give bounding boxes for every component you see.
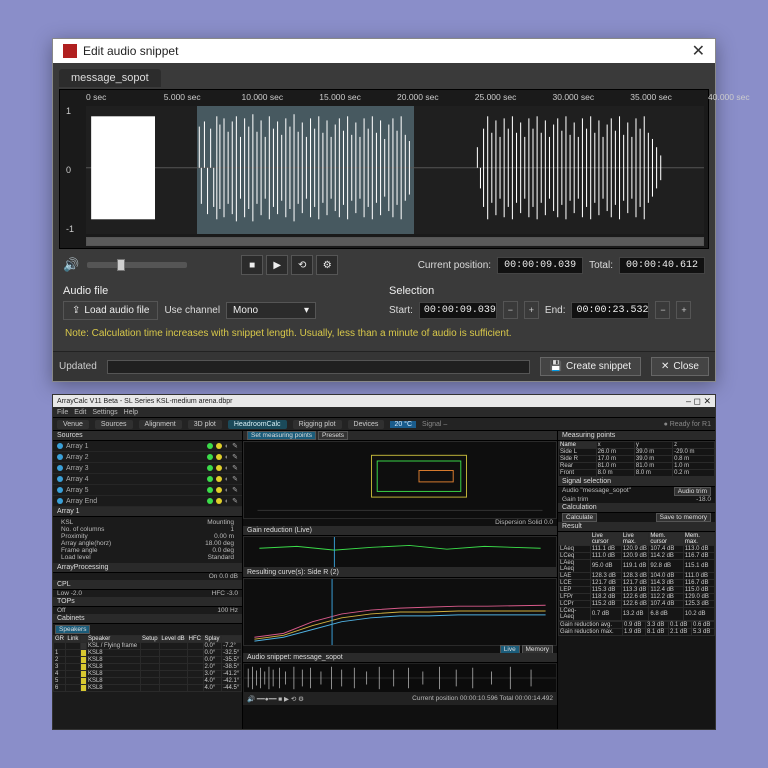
start-dec[interactable]: − [503,301,518,319]
close-icon[interactable]: ✕ [692,41,705,61]
stop-button[interactable]: ■ [241,255,263,275]
settings-button[interactable]: ⚙ [316,255,338,275]
source-row[interactable]: Array 3◐✎ [53,463,242,474]
total-value: 00:00:40.612 [619,257,705,274]
play-button[interactable]: ▶ [266,255,288,275]
close-icon: ✕ [661,361,669,372]
temp-chip[interactable]: 20 °C [390,421,416,428]
start-input[interactable]: 00:00:09.039 [419,302,497,319]
arraycalc-window: ArrayCalc V11 Beta - SL Series KSL-mediu… [52,394,716,730]
left-panel: Sources Array 1◐✎Array 2◐✎Array 3◐✎Array… [53,431,243,729]
speakers-tab[interactable]: Speakers [55,625,90,634]
waveform-svg [86,106,704,230]
gain-reduction-plot [243,536,557,568]
start-label: Start: [389,305,413,316]
waveform-area[interactable]: 0 sec 5.000 sec 10.000 sec 15.000 sec 20… [59,89,709,249]
end-dec[interactable]: − [655,301,670,319]
file-tab[interactable]: message_sopot [59,69,161,87]
upload-icon: ⇪ [72,305,80,316]
channel-select[interactable]: Mono▾ [226,302,316,319]
right-panel: Measuring points NamexyzSide L26.0 m39.0… [557,431,715,729]
arraycalc-titlebar[interactable]: ArrayCalc V11 Beta - SL Series KSL-mediu… [53,395,715,407]
audio-file-header: Audio file [63,285,379,297]
source-row[interactable]: Array 1◐✎ [53,441,242,452]
start-inc[interactable]: + [524,301,539,319]
result-curves-plot [243,578,557,646]
tab-headroomcalc: HeadroomCalc [228,420,287,429]
save-icon: 💾 [550,361,562,372]
main-tabs[interactable]: Venue Sources Alignment 3D plot Headroom… [53,417,715,431]
end-label: End: [545,305,566,316]
y-axis: 1 0 -1 [66,106,82,234]
source-row[interactable]: Array 4◐✎ [53,474,242,485]
selection-header: Selection [389,285,705,297]
measuring-points-table[interactable]: NamexyzSide L26.0 m39.0 m-29.0 mSide R17… [558,441,715,477]
source-row[interactable]: Array 5◐✎ [53,485,242,496]
use-channel-label: Use channel [164,305,220,316]
audio-trim-button[interactable]: Audio trim [674,487,711,496]
titlebar[interactable]: Edit audio snippet ✕ [53,39,715,63]
cabinets-table[interactable]: GRLinkSpeakerSetupLevel dBHFCSplayKSL / … [53,635,242,692]
volume-slider[interactable] [87,262,187,268]
note-text: Note: Calculation time increases with sn… [59,326,709,345]
sources-header: Sources [53,431,242,441]
create-snippet-button[interactable]: 💾Create snippet [540,357,642,376]
volume-icon[interactable]: 🔊 [63,257,79,273]
current-position-value: 00:00:09.039 [497,257,583,274]
mini-waveform[interactable] [243,663,557,693]
gain-reduction-table: Gain reduction avg.0.9 dB3.3 dB0.1 dB0.6… [558,621,715,636]
current-position-label: Current position: [418,260,491,271]
tab-set-measuring[interactable]: Set measuring points [247,431,316,440]
center-panel: Set measuring points Presets Dispersion … [243,431,557,729]
total-label: Total: [589,260,613,271]
save-memory-button[interactable]: Save to memory [656,513,711,522]
source-row[interactable]: Array End◐✎ [53,496,242,507]
load-audio-file-button[interactable]: ⇪ Load audio file [63,301,158,320]
app-icon [63,44,77,58]
window-controls[interactable]: – ◻ ✕ [686,396,711,407]
progress-bar [107,360,530,374]
time-ruler: 0 sec 5.000 sec 10.000 sec 15.000 sec 20… [60,90,708,102]
calculate-button[interactable]: Calculate [562,513,597,522]
end-inc[interactable]: + [676,301,691,319]
tab-presets[interactable]: Presets [318,431,348,440]
array1-header: Array 1 [53,507,242,517]
end-input[interactable]: 00:00:23.532 [571,302,649,319]
selection-section: Selection Start: 00:00:09.039 − + End: 0… [389,285,705,320]
transport-bar: 🔊 ■ ▶ ⟲ ⚙ Current position: 00:00:09.039… [59,249,709,281]
edit-audio-snippet-window: Edit audio snippet ✕ message_sopot 0 sec… [52,38,716,382]
audio-file-section: Audio file ⇪ Load audio file Use channel… [63,285,379,320]
status-text: Updated [59,361,97,372]
horizontal-scrollbar[interactable] [86,237,704,246]
close-button[interactable]: ✕Close [651,357,709,376]
source-row[interactable]: Array 2◐✎ [53,452,242,463]
status-bar: Updated 💾Create snippet ✕Close [53,351,715,381]
window-title: Edit audio snippet [83,44,178,58]
waveform-canvas[interactable] [86,106,704,234]
results-table: Live cursorLive max.Mem. cursorMem. max.… [558,532,715,621]
floor-plan[interactable] [243,441,557,519]
loop-button[interactable]: ⟲ [291,255,313,275]
menu-bar[interactable]: FileEdit SettingsHelp [53,407,715,417]
chevron-down-icon: ▾ [304,305,309,316]
